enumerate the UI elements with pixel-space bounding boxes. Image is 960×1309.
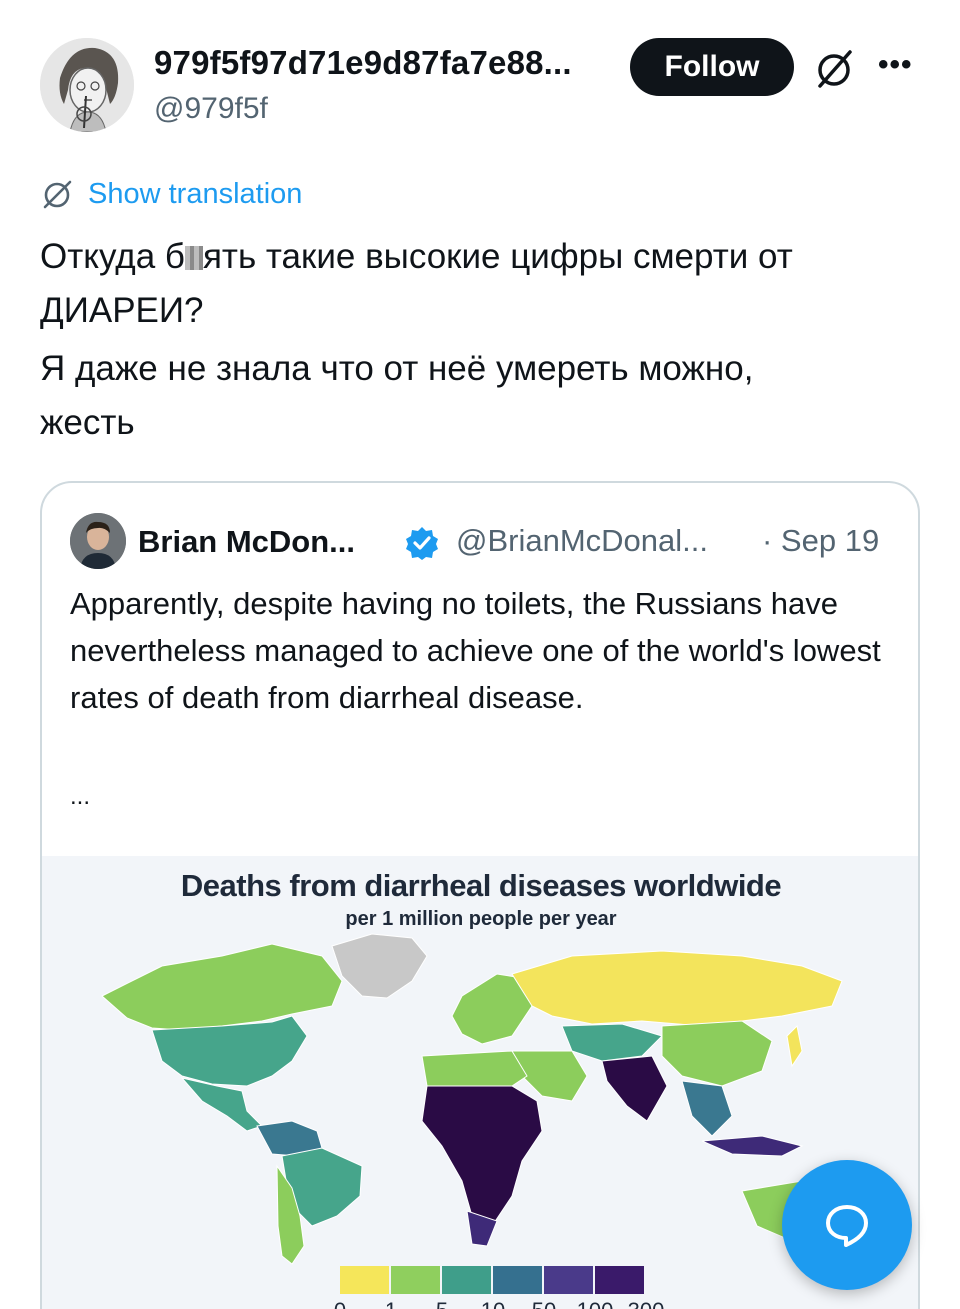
quoted-tweet-header: Brian McDon... @BrianMcDonal... · Sep 19 — [70, 513, 910, 573]
verified-badge-icon — [404, 525, 440, 561]
map-region-canada — [101, 943, 343, 1031]
map-region-russia — [511, 950, 843, 1027]
quoted-author-name[interactable]: Brian McDon... — [138, 524, 355, 560]
show-translation-label[interactable]: Show translation — [88, 178, 302, 211]
more-options-icon[interactable]: ••• — [878, 48, 913, 82]
map-title: Deaths from diarrheal diseases worldwide — [180, 868, 782, 903]
map-region-sasia — [601, 1055, 668, 1122]
quoted-tweet-date[interactable]: · Sep 19 — [762, 523, 879, 559]
legend-labels: 0 1 5 10 50 100 300 — [326, 1298, 686, 1309]
tweet-text: Откуда б ять такие высокие цифры смерти о… — [40, 230, 930, 450]
legend-swatch — [340, 1266, 389, 1294]
quoted-author-handle[interactable]: @BrianMcDonal... — [456, 523, 708, 559]
compose-chat-button[interactable] — [782, 1160, 912, 1290]
chat-bubble-icon — [826, 1205, 868, 1247]
show-translation-link[interactable]: Show translation — [40, 176, 302, 212]
legend-label: 100 — [577, 1298, 614, 1309]
map-region-indonesia — [701, 1135, 804, 1157]
quoted-tweet-ellipsis: ... — [70, 783, 91, 810]
map-region-ssafrica — [421, 1085, 543, 1227]
map-legend — [340, 1266, 646, 1294]
tweet-line-3: Я даже не знала что от неё умереть можно… — [40, 349, 754, 388]
translate-icon — [43, 180, 72, 209]
map-region-nafrica — [421, 1050, 528, 1092]
map-region-japan — [786, 1024, 803, 1068]
legend-swatch — [595, 1266, 644, 1294]
quoted-tweet-text: Apparently, despite having no toilets, t… — [70, 586, 881, 715]
legend-swatch — [391, 1266, 440, 1294]
tweet-header: 979f5f97d71e9d87fa7e88... @979f5f Follow… — [40, 38, 930, 138]
legend-label: 50 — [532, 1298, 556, 1309]
legend-label: 10 — [481, 1298, 505, 1309]
grok-icon[interactable] — [812, 46, 858, 92]
legend-swatch — [493, 1266, 542, 1294]
map-region-centralasia — [561, 1023, 663, 1062]
map-region-china — [661, 1020, 773, 1087]
map-region-mexico — [180, 1077, 263, 1132]
quoted-tweet-card[interactable]: Brian McDon... @BrianMcDonal... · Sep 19… — [40, 481, 920, 1309]
legend-label: 300 — [628, 1298, 665, 1309]
tweet-line-2: ДИАРЕИ? — [40, 291, 204, 330]
follow-button[interactable]: Follow — [630, 38, 794, 96]
legend-swatch — [442, 1266, 491, 1294]
censor-blur — [184, 246, 203, 270]
quoted-author-avatar[interactable] — [70, 513, 126, 569]
map-region-greenland — [331, 933, 428, 999]
tweet-line-4: жесть — [40, 403, 135, 442]
legend-label: 0 — [334, 1298, 346, 1309]
map-region-seasia — [681, 1080, 733, 1137]
legend-label: 1 — [385, 1298, 397, 1309]
author-avatar[interactable] — [40, 38, 134, 132]
legend-swatch — [544, 1266, 593, 1294]
tweet-line-1: Откуда б ять такие высокие цифры смерти о… — [40, 237, 793, 276]
legend-label: 5 — [436, 1298, 448, 1309]
author-display-name[interactable]: 979f5f97d71e9d87fa7e88... — [154, 44, 572, 82]
author-handle[interactable]: @979f5f — [154, 92, 268, 126]
